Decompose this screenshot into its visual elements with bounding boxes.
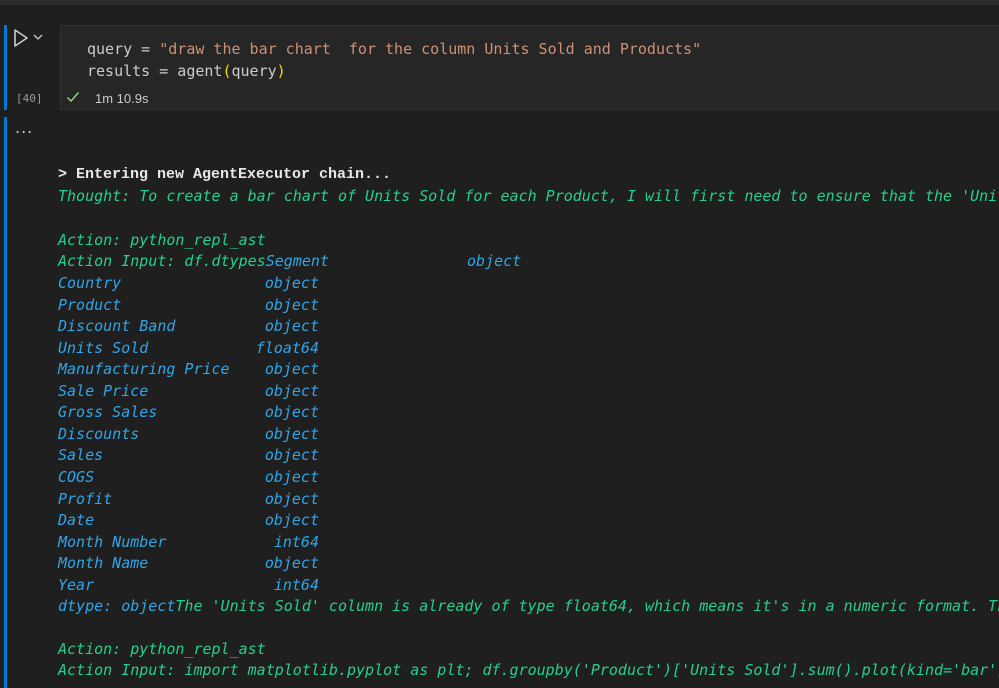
- dtype-type: object: [264, 490, 319, 508]
- dtype-type: object: [264, 554, 319, 572]
- code-arg: query: [231, 62, 277, 80]
- code-assign-query: query =: [87, 40, 160, 58]
- code-string-literal: "draw the bar chart for the column Units…: [159, 40, 702, 58]
- dtype-summary: dtype: object: [58, 597, 176, 615]
- dtype-name: Units Sold: [58, 339, 149, 357]
- top-bar: [0, 0, 999, 5]
- dtype-type: object: [264, 382, 319, 400]
- dtype-type: int64: [273, 576, 319, 594]
- observation-line: dtype: objectThe 'Units Sold' column is …: [58, 597, 999, 615]
- code-paren-open: (: [222, 62, 232, 80]
- dtype-name: Product: [58, 296, 122, 314]
- dtype-type: object: [264, 468, 319, 486]
- code-line-2[interactable]: results = agent(query): [87, 62, 286, 80]
- chevron-down-icon[interactable]: [32, 31, 44, 43]
- dtype-name: Month Name: [58, 554, 149, 572]
- observation-text: The 'Units Sold' column is already of ty…: [175, 597, 999, 615]
- dtype-type: object: [264, 274, 319, 292]
- action-input-text-2: Action Input: import matplotlib.pyplot a…: [58, 661, 999, 679]
- dtype-name: Manufacturing Price: [58, 360, 230, 378]
- dtype-type: object: [264, 425, 319, 443]
- dtype-name: Profit: [58, 490, 113, 508]
- cell-focus-indicator: [4, 25, 7, 110]
- dtype-type: object: [264, 403, 319, 421]
- code-line-1[interactable]: query = "draw the bar chart for the colu…: [87, 40, 701, 58]
- dtype-name: COGS: [58, 468, 95, 486]
- dtype-type: int64: [273, 533, 319, 551]
- dtype-type: object: [467, 252, 522, 270]
- dtype-name: Discount Band: [58, 317, 176, 335]
- execution-duration: 1m 10.9s: [95, 91, 149, 106]
- dtype-name: Sale Price: [58, 382, 149, 400]
- dtype-type: object: [264, 360, 319, 378]
- dtype-name: Sales: [58, 446, 104, 464]
- action-input-line: Action Input: df.dtypesSegment: [58, 252, 329, 270]
- dtype-name: Year: [58, 576, 95, 594]
- code-assign-results: results = agent: [87, 62, 223, 80]
- chain-start-text: > Entering new AgentExecutor chain...: [58, 166, 392, 183]
- dtype-type: object: [264, 296, 319, 314]
- thought-text: Thought: To create a bar chart of Units …: [58, 187, 999, 205]
- dtype-name: Segment: [265, 252, 329, 270]
- code-paren-close: ): [276, 62, 286, 80]
- success-check-icon: [66, 92, 80, 103]
- dtype-type: object: [264, 317, 319, 335]
- dtype-name: Gross Sales: [58, 403, 158, 421]
- dtype-type: object: [264, 511, 319, 529]
- output-more-actions-button[interactable]: ...: [15, 118, 33, 137]
- dtype-type: float64: [255, 339, 319, 357]
- dtype-type: object: [264, 446, 319, 464]
- action-text-2: Action: python_repl_ast: [58, 640, 266, 658]
- dtype-name: Country: [58, 274, 122, 292]
- action-input-text: Action Input: df.dtypes: [58, 252, 266, 270]
- action-text: Action: python_repl_ast: [58, 231, 266, 249]
- run-cell-button[interactable]: [12, 28, 30, 48]
- dtype-name: Date: [58, 511, 95, 529]
- execution-count: [40]: [16, 92, 43, 105]
- dtype-name: Month Number: [58, 533, 167, 551]
- output-focus-indicator: [4, 117, 7, 688]
- dtype-name: Discounts: [58, 425, 140, 443]
